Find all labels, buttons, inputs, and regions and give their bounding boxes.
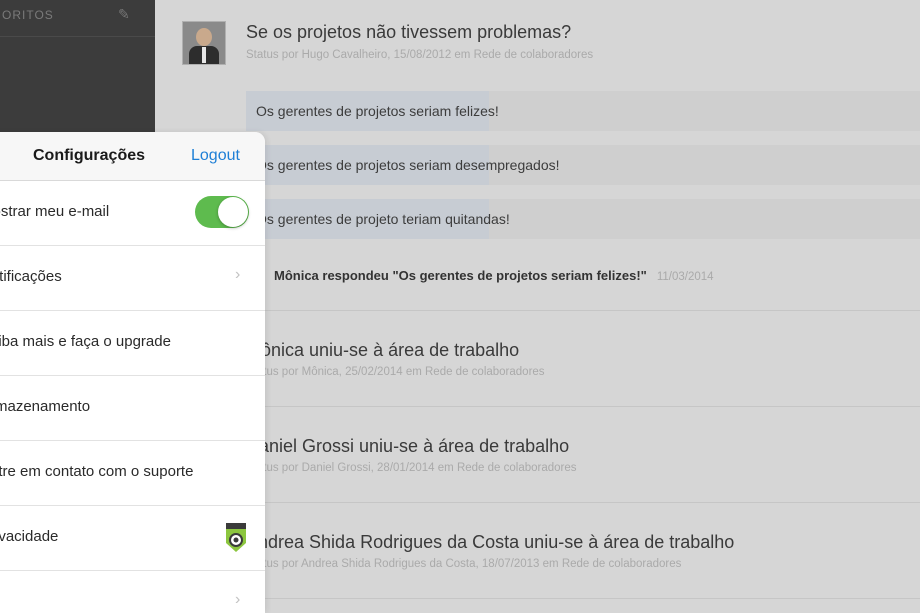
poll-option-2[interactable]: Os gerentes de projetos seriam desempreg… <box>246 145 920 185</box>
toggle-knob <box>218 197 248 227</box>
settings-row-label: Privacidade <box>0 528 59 545</box>
reply-text: Mônica respondeu "Os gerentes de projeto… <box>274 268 647 283</box>
post-title[interactable]: Se os projetos não tivessem problemas? <box>246 22 571 43</box>
activity-title[interactable]: Andrea Shida Rodrigues da Costa uniu-se … <box>246 532 734 553</box>
activity-title[interactable]: Mônica uniu-se à área de trabalho <box>246 340 519 361</box>
divider <box>246 502 920 503</box>
activity-feed: Se os projetos não tivessem problemas? S… <box>155 0 920 613</box>
settings-row-show-email[interactable]: Mostrar meu e-mail <box>0 181 265 246</box>
settings-row-storage[interactable]: Armazenamento <box>0 376 265 441</box>
pencil-icon[interactable]: ✎ <box>118 6 130 23</box>
settings-panel: Configurações Logout Mostrar meu e-mail … <box>0 132 265 613</box>
settings-row-label: Entre em contato com o suporte <box>0 463 194 480</box>
settings-header: Configurações Logout <box>0 132 265 181</box>
poll-option-text: Os gerentes de projeto teriam quitandas! <box>256 211 510 227</box>
settings-row-more[interactable]: › <box>0 571 265 613</box>
divider <box>246 406 920 407</box>
show-email-toggle[interactable] <box>195 196 249 228</box>
sidebar-header: ORITOS ✎ <box>0 0 155 37</box>
settings-row-label: Mostrar meu e-mail <box>0 203 110 220</box>
chevron-right-icon: › <box>235 591 241 608</box>
settings-title: Configurações <box>33 147 146 164</box>
logout-button[interactable]: Logout <box>191 147 240 165</box>
avatar-tie <box>202 47 206 63</box>
divider <box>246 310 920 311</box>
avatar-head <box>196 28 212 46</box>
divider <box>246 598 920 599</box>
settings-row-notifications[interactable]: Notificações › <box>0 246 265 311</box>
settings-row-label: Notificações <box>0 268 62 285</box>
settings-row-support[interactable]: Entre em contato com o suporte <box>0 441 265 506</box>
activity-meta: Status por Mônica, 25/02/2014 em Rede de… <box>246 366 545 378</box>
settings-row-privacy[interactable]: Privacidade <box>0 506 265 571</box>
truste-icon <box>226 523 246 552</box>
poll-option-text: Os gerentes de projetos seriam desempreg… <box>256 157 560 173</box>
activity-meta: Status por Daniel Grossi, 28/01/2014 em … <box>246 462 577 474</box>
activity-title[interactable]: Daniel Grossi uniu-se à área de trabalho <box>246 436 569 457</box>
poll-option-text: Os gerentes de projetos seriam felizes! <box>256 103 499 119</box>
poll-option-3[interactable]: Os gerentes de projeto teriam quitandas! <box>246 199 920 239</box>
chevron-right-icon: › <box>235 266 241 283</box>
settings-row-label: Armazenamento <box>0 398 91 415</box>
reply-date: 11/03/2014 <box>656 271 714 283</box>
settings-row-upgrade[interactable]: Saiba mais e faça o upgrade <box>0 311 265 376</box>
settings-row-label: Saiba mais e faça o upgrade <box>0 333 171 350</box>
reply-line[interactable]: Mônica respondeu "Os gerentes de projeto… <box>274 268 714 283</box>
avatar[interactable] <box>182 21 226 65</box>
sidebar-section-label[interactable]: ORITOS <box>2 8 54 22</box>
activity-meta: Status por Andrea Shida Rodrigues da Cos… <box>246 558 682 570</box>
poll-option-1[interactable]: Os gerentes de projetos seriam felizes! <box>246 91 920 131</box>
post-meta: Status por Hugo Cavalheiro, 15/08/2012 e… <box>246 49 594 61</box>
